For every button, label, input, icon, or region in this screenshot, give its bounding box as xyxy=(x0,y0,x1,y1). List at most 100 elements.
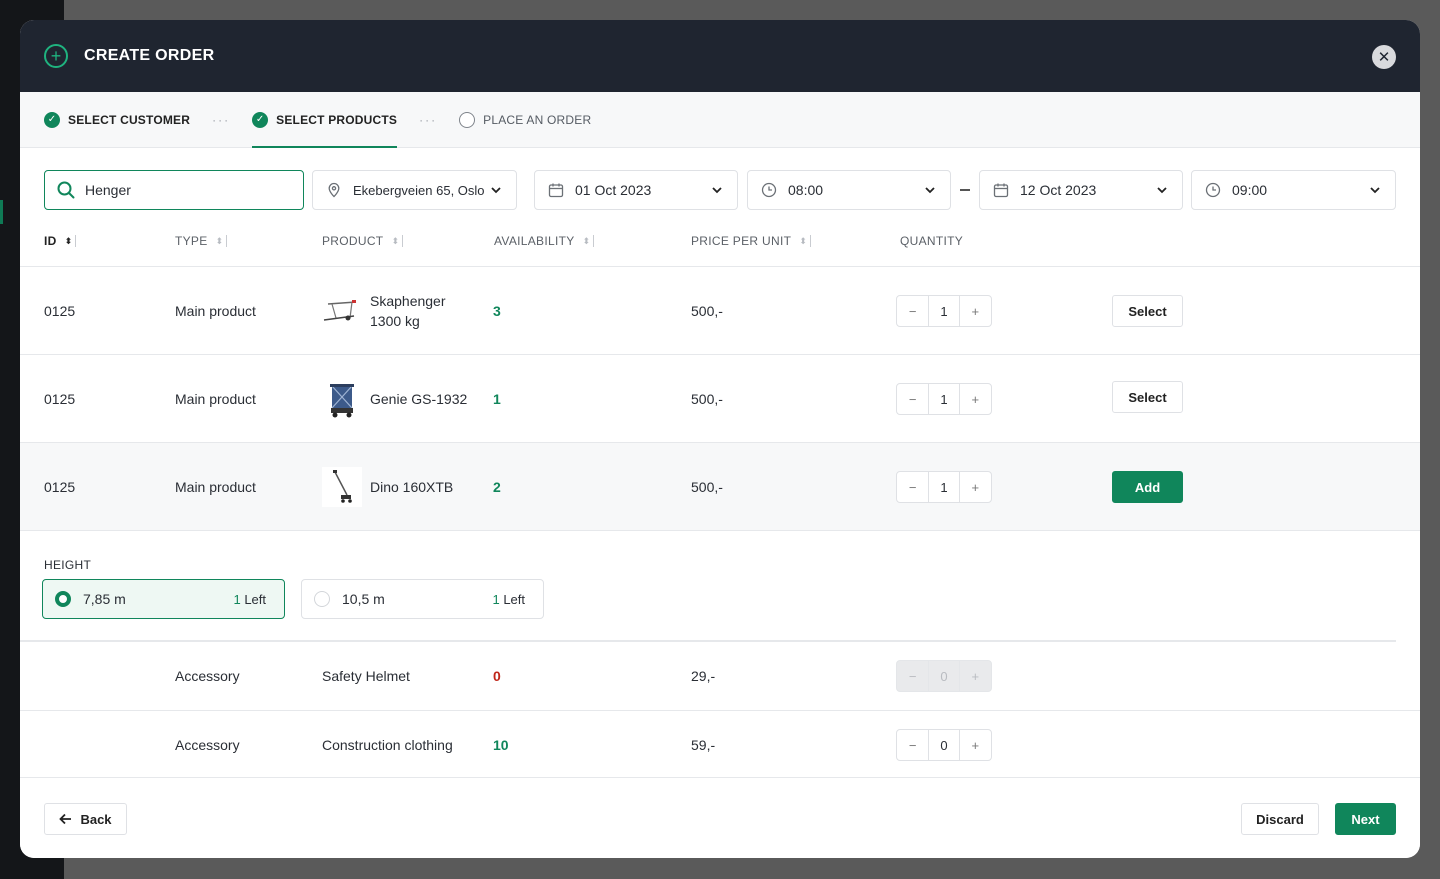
decrement-button[interactable]: − xyxy=(897,472,928,502)
stock-left-count: 1 xyxy=(492,591,500,607)
step-separator: ··· xyxy=(419,112,438,127)
column-header-price[interactable]: PRICE PER UNIT ⬍ xyxy=(691,234,812,248)
column-header-product[interactable]: PRODUCT ⬍ xyxy=(322,234,404,248)
quantity-value[interactable]: 1 xyxy=(928,384,960,414)
create-order-modal: + CREATE ORDER ✕ ✓ SELECT CUSTOMER ··· ✓… xyxy=(20,20,1420,858)
quantity-value[interactable]: 0 xyxy=(928,730,960,760)
start-date-select[interactable]: 01 Oct 2023 xyxy=(534,170,738,210)
row-type: Main product xyxy=(175,303,256,319)
chevron-down-icon xyxy=(924,183,936,199)
sort-icon: ⬍ xyxy=(391,235,400,246)
row-id: 0125 xyxy=(44,303,76,319)
column-label: PRODUCT xyxy=(322,234,384,248)
location-value: Ekebergveien 65, Oslo xyxy=(353,182,485,198)
column-header-availability[interactable]: AVAILABILITY ⬍ xyxy=(494,234,595,248)
stock-left-count: 1 xyxy=(233,591,241,607)
quantity-value[interactable]: 1 xyxy=(928,296,960,326)
height-label: HEIGHT xyxy=(44,558,92,572)
clock-icon xyxy=(1204,181,1222,199)
search-input[interactable]: Henger xyxy=(44,170,304,210)
quantity-stepper[interactable]: − 0 + xyxy=(896,729,992,761)
chevron-down-icon xyxy=(711,183,723,199)
decrement-button: − xyxy=(908,668,917,684)
row-product: Construction clothing xyxy=(322,737,453,753)
back-label: Back xyxy=(80,811,112,827)
modal-footer: Back Discard Next xyxy=(20,777,1420,858)
location-select[interactable]: Ekebergveien 65, Oslo xyxy=(312,170,517,210)
row-type: Main product xyxy=(175,391,256,407)
row-price: 59,- xyxy=(691,737,716,753)
decrement-button[interactable]: − xyxy=(897,296,928,326)
arrow-left-icon xyxy=(59,813,72,825)
step-select-customer[interactable]: ✓ SELECT CUSTOMER xyxy=(44,92,190,148)
column-label: QUANTITY xyxy=(900,234,964,248)
radio-empty-icon xyxy=(314,591,330,607)
row-availability: 3 xyxy=(493,303,501,319)
increment-button[interactable]: + xyxy=(960,472,991,502)
range-dash xyxy=(960,189,970,191)
end-date-value: 12 Oct 2023 xyxy=(1020,182,1097,198)
accessory-row[interactable]: Accessory Construction clothing 10 59,- … xyxy=(20,710,1420,778)
decrement-button[interactable]: − xyxy=(897,730,928,760)
table-row[interactable]: 0125 Main product Genie GS-1932 1 500,- … xyxy=(20,354,1420,442)
next-button[interactable]: Next xyxy=(1335,803,1396,835)
product-name: Dino 160XTB xyxy=(370,479,454,495)
quantity-value: 0 xyxy=(928,661,960,691)
column-label: ID xyxy=(44,234,57,248)
increment-button[interactable]: + xyxy=(960,384,991,414)
column-divider xyxy=(810,235,812,247)
check-circle-icon: ✓ xyxy=(252,111,269,128)
step-select-products[interactable]: ✓ SELECT PRODUCTS xyxy=(252,92,398,148)
height-options: HEIGHT 7,85 m 1 Left 10,5 m 1 Left xyxy=(20,530,1420,642)
row-type: Main product xyxy=(175,479,256,495)
accessory-row[interactable]: Accessory Safety Helmet 0 29,- − 0 + xyxy=(20,642,1420,710)
step-label: SELECT PRODUCTS xyxy=(276,112,398,127)
location-pin-icon xyxy=(325,181,343,199)
product-name: Genie GS-1932 xyxy=(370,391,468,407)
column-divider xyxy=(75,235,77,247)
plus-circle-icon: + xyxy=(44,44,68,68)
sort-icon: ⬍ xyxy=(799,235,808,246)
add-button[interactable]: Add xyxy=(1112,471,1183,503)
table-row-selected[interactable]: 0125 Main product Dino 160XTB 2 500,- − … xyxy=(20,442,1420,530)
back-button[interactable]: Back xyxy=(44,803,127,835)
quantity-stepper[interactable]: − 1 + xyxy=(896,295,992,327)
select-button[interactable]: Select xyxy=(1112,295,1183,327)
column-header-id[interactable]: ID ⬍ xyxy=(44,234,77,248)
sort-icon: ⬍ xyxy=(582,235,591,246)
step-place-order[interactable]: PLACE AN ORDER xyxy=(459,92,591,148)
quantity-value[interactable]: 1 xyxy=(928,472,960,502)
chevron-down-icon xyxy=(1369,183,1381,199)
stock-left-label: Left xyxy=(503,591,525,607)
calendar-icon xyxy=(992,181,1010,199)
quantity-stepper[interactable]: − 1 + xyxy=(896,471,992,503)
row-availability: 10 xyxy=(493,737,509,753)
row-type: Accessory xyxy=(175,737,240,753)
column-label: AVAILABILITY xyxy=(494,234,575,248)
height-value: 7,85 m xyxy=(83,591,126,607)
empty-circle-icon xyxy=(459,111,476,128)
search-value: Henger xyxy=(85,182,131,198)
end-date-select[interactable]: 12 Oct 2023 xyxy=(979,170,1183,210)
quantity-stepper[interactable]: − 1 + xyxy=(896,383,992,415)
row-availability: 0 xyxy=(493,668,501,684)
increment-button[interactable]: + xyxy=(960,730,991,760)
close-icon[interactable]: ✕ xyxy=(1372,45,1396,69)
table-row[interactable]: 0125 Main product Skaphenger 1300 kg 3 5… xyxy=(20,266,1420,354)
end-time-select[interactable]: 09:00 xyxy=(1191,170,1396,210)
select-button[interactable]: Select xyxy=(1112,381,1183,413)
decrement-button[interactable]: − xyxy=(897,384,928,414)
row-price: 500,- xyxy=(691,391,723,407)
product-name-line2: 1300 kg xyxy=(370,313,420,329)
column-header-type[interactable]: TYPE ⬍ xyxy=(175,234,228,248)
height-option[interactable]: 10,5 m 1 Left xyxy=(301,579,544,619)
filter-bar: Henger Ekebergveien 65, Oslo 01 Oct 2023… xyxy=(44,170,1396,210)
product-thumbnail xyxy=(322,379,362,419)
table-header: ID ⬍ TYPE ⬍ PRODUCT ⬍ AVAILABILITY ⬍ PRI… xyxy=(20,226,1420,266)
increment-button[interactable]: + xyxy=(960,296,991,326)
height-option-selected[interactable]: 7,85 m 1 Left xyxy=(42,579,285,619)
discard-button[interactable]: Discard xyxy=(1241,803,1319,835)
increment-button: + xyxy=(971,668,980,684)
row-id: 0125 xyxy=(44,479,76,495)
start-time-select[interactable]: 08:00 xyxy=(747,170,951,210)
